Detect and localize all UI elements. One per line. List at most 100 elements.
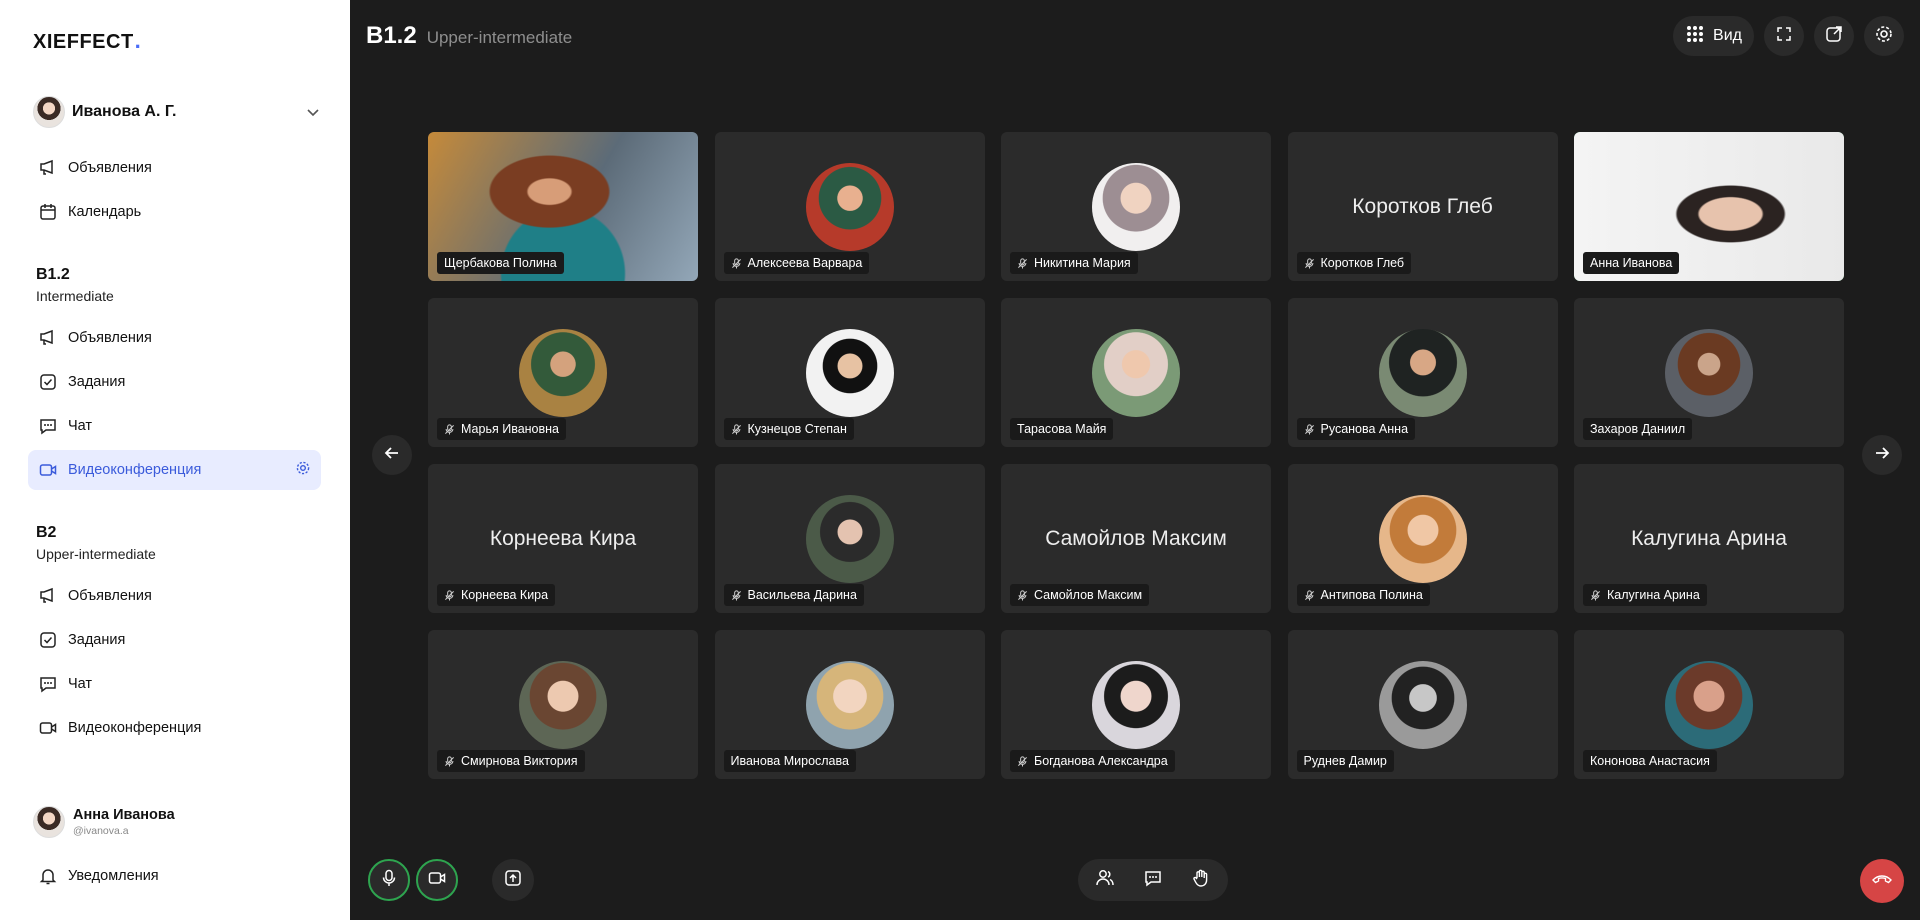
participant-label: Коротков Глеб bbox=[1296, 252, 1412, 274]
participant-name-placeholder: Калугина Арина bbox=[1631, 526, 1787, 550]
calendar-icon bbox=[38, 202, 58, 222]
participant-avatar bbox=[1665, 328, 1753, 417]
group-title-b12[interactable]: B1.2 bbox=[36, 266, 70, 284]
participant-name: Щербакова Полина bbox=[444, 256, 557, 270]
participant-tile[interactable]: Щербакова Полина bbox=[428, 132, 698, 281]
grid-icon bbox=[1685, 24, 1705, 49]
participant-label: Иванова Мирослава bbox=[723, 750, 856, 772]
group-title-b2[interactable]: B2 bbox=[36, 524, 56, 542]
gear-icon[interactable] bbox=[295, 460, 311, 480]
participant-name: Антипова Полина bbox=[1320, 588, 1423, 602]
participant-tile[interactable]: Кононова Анастасия bbox=[1574, 630, 1844, 779]
sidebar-item-label: Объявления bbox=[68, 588, 152, 604]
users-icon bbox=[1095, 868, 1115, 893]
task-check-icon bbox=[38, 630, 58, 650]
participant-label: Корнеева Кира bbox=[437, 584, 556, 606]
megaphone-icon bbox=[38, 586, 58, 606]
participant-tile[interactable]: Никитина Мария bbox=[1001, 132, 1271, 281]
participant-name: Марья Ивановна bbox=[461, 422, 559, 436]
participant-avatar bbox=[1665, 660, 1753, 749]
participant-tile[interactable]: Захаров Даниил bbox=[1574, 298, 1844, 447]
mic-off-icon bbox=[731, 589, 742, 601]
chat-button[interactable] bbox=[1132, 859, 1174, 901]
participant-label: Марья Ивановна bbox=[437, 418, 566, 440]
participant-tile[interactable]: Антипова Полина bbox=[1287, 464, 1558, 613]
share-screen-button[interactable] bbox=[492, 859, 534, 901]
participant-label: Никитина Мария bbox=[1010, 252, 1138, 274]
participant-tile[interactable]: Самойлов Максим Самойлов Максим bbox=[1001, 464, 1271, 613]
microphone-button[interactable] bbox=[368, 859, 410, 901]
hang-up-button[interactable] bbox=[1860, 859, 1904, 903]
sidebar-item-b12-videoconference[interactable]: Видеоконференция bbox=[28, 450, 321, 490]
sidebar-item-b12-chat[interactable]: Чат bbox=[28, 406, 321, 446]
view-button[interactable]: Вид bbox=[1673, 16, 1754, 56]
participant-tile[interactable]: Коротков Глеб Коротков Глеб bbox=[1287, 132, 1558, 281]
megaphone-icon bbox=[38, 158, 58, 178]
chevron-down-icon bbox=[307, 104, 319, 120]
prev-page-button[interactable] bbox=[372, 435, 412, 475]
sidebar-item-b2-videoconference[interactable]: Видеоконференция bbox=[28, 708, 321, 748]
participant-label: Руднев Дамир bbox=[1296, 750, 1394, 772]
participant-avatar bbox=[1378, 494, 1467, 583]
raise-hand-button[interactable] bbox=[1180, 859, 1222, 901]
sidebar-item-b12-announcements[interactable]: Объявления bbox=[28, 318, 321, 358]
participant-tile[interactable]: Смирнова Виктория bbox=[428, 630, 698, 779]
participant-name: Калугина Арина bbox=[1607, 588, 1700, 602]
sidebar-item-notifications[interactable]: Уведомления bbox=[28, 856, 321, 896]
participant-tile[interactable]: Васильева Дарина bbox=[714, 464, 985, 613]
participant-tile[interactable]: Кузнецов Степан bbox=[714, 298, 985, 447]
camera-button[interactable] bbox=[416, 859, 458, 901]
participant-tile[interactable]: Руднев Дамир bbox=[1287, 630, 1558, 779]
app-logo[interactable]: XIEFFECT. bbox=[33, 28, 141, 54]
participant-label: Захаров Даниил bbox=[1583, 418, 1693, 440]
participant-label: Анна Иванова bbox=[1583, 252, 1680, 274]
chat-icon bbox=[1143, 868, 1163, 893]
participant-name: Никитина Мария bbox=[1034, 256, 1131, 270]
sidebar-item-label: Объявления bbox=[68, 330, 152, 346]
participant-avatar bbox=[805, 328, 894, 417]
sidebar-item-label: Объявления bbox=[68, 160, 152, 176]
participant-label: Кононова Анастасия bbox=[1583, 750, 1717, 772]
participant-name: Корнеева Кира bbox=[461, 588, 549, 602]
sidebar-item-b2-chat[interactable]: Чат bbox=[28, 664, 321, 704]
page-title: B1.2 Upper-intermediate bbox=[366, 22, 572, 50]
participant-tile[interactable]: Богданова Александра bbox=[1001, 630, 1271, 779]
sidebar-item-label: Задания bbox=[68, 374, 126, 390]
mic-off-icon bbox=[731, 257, 742, 269]
gear-icon bbox=[1874, 24, 1894, 49]
participant-tile[interactable]: Тарасова Майя bbox=[1001, 298, 1271, 447]
profile-card[interactable]: Анна Иванова @ivanova.a bbox=[33, 806, 175, 838]
settings-button[interactable] bbox=[1864, 16, 1904, 56]
open-external-button[interactable] bbox=[1814, 16, 1854, 56]
participant-tile[interactable]: Корнеева Кира Корнеева Кира bbox=[428, 464, 698, 613]
participant-tile[interactable]: Калугина Арина Калугина Арина bbox=[1574, 464, 1844, 613]
video-camera-icon bbox=[428, 869, 446, 892]
upload-icon bbox=[504, 869, 522, 892]
participant-tile[interactable]: Алексеева Варвара bbox=[714, 132, 985, 281]
group-level: Upper-intermediate bbox=[426, 28, 573, 47]
sidebar-item-b2-announcements[interactable]: Объявления bbox=[28, 576, 321, 616]
video-camera-icon bbox=[38, 460, 58, 480]
media-controls bbox=[368, 859, 534, 901]
participant-name: Захаров Даниил bbox=[1590, 422, 1686, 436]
sidebar-item-b12-tasks[interactable]: Задания bbox=[28, 362, 321, 402]
profile-handle: @ivanova.a bbox=[73, 825, 129, 837]
participant-tile[interactable]: Русанова Анна bbox=[1287, 298, 1558, 447]
participant-tile[interactable]: Марья Ивановна bbox=[428, 298, 698, 447]
participant-avatar bbox=[1092, 660, 1180, 749]
chat-icon bbox=[38, 674, 58, 694]
participant-name: Русанова Анна bbox=[1320, 422, 1409, 436]
arrow-right-icon bbox=[1873, 444, 1891, 467]
sidebar-item-announcements[interactable]: Объявления bbox=[28, 148, 321, 188]
participant-tile[interactable]: Иванова Мирослава bbox=[714, 630, 985, 779]
account-switcher[interactable]: Иванова А. Г. bbox=[33, 94, 323, 130]
sidebar-item-calendar[interactable]: Календарь bbox=[28, 192, 321, 232]
participants-button[interactable] bbox=[1084, 859, 1126, 901]
sidebar-item-b2-tasks[interactable]: Задания bbox=[28, 620, 321, 660]
participant-label: Смирнова Виктория bbox=[437, 750, 585, 772]
fullscreen-button[interactable] bbox=[1764, 16, 1804, 56]
participant-tile[interactable]: Анна Иванова bbox=[1574, 132, 1844, 281]
next-page-button[interactable] bbox=[1862, 435, 1902, 475]
collapse-icon bbox=[1775, 25, 1793, 48]
sidebar-item-label: Задания bbox=[68, 632, 126, 648]
